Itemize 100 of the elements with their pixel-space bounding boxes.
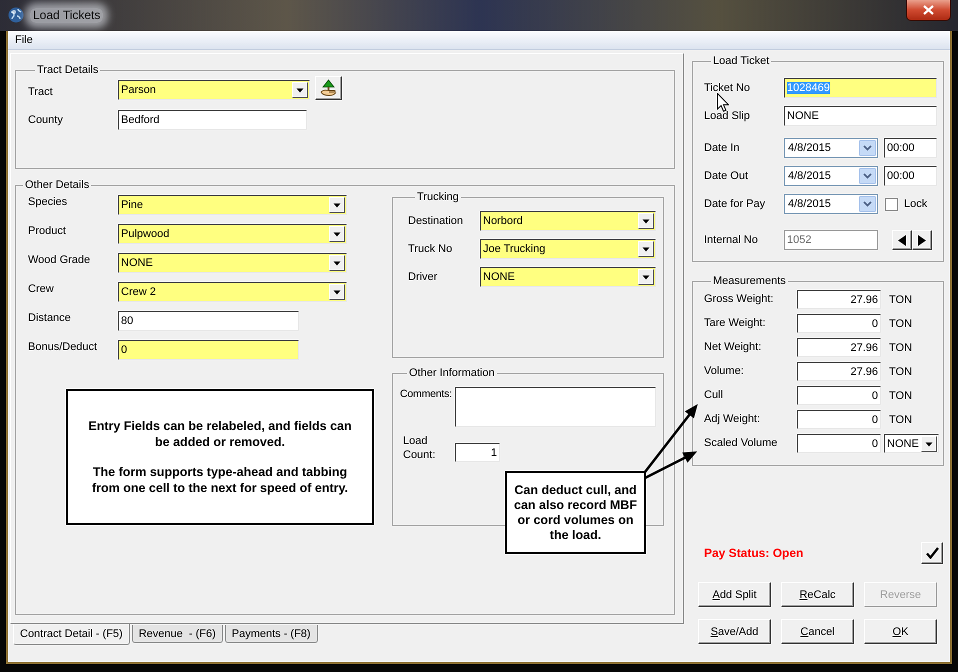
dropdown-field[interactable]: Norbord xyxy=(480,211,656,231)
triangle-left-icon xyxy=(898,234,906,246)
callout-text: The form supports type-ahead and tabbing from one cell to the next for speed of entry. xyxy=(90,464,350,496)
date-picker[interactable]: 4/8/2015 xyxy=(784,166,878,186)
unit-label: TON xyxy=(889,366,912,378)
menu-item[interactable]: File xyxy=(8,32,40,48)
field-label: Date Out xyxy=(704,170,750,182)
field-label: County xyxy=(28,114,64,126)
dropdown-field[interactable]: Pine xyxy=(118,195,347,215)
text-area[interactable] xyxy=(455,387,656,427)
time-field[interactable]: 00:00 xyxy=(884,166,937,186)
group-title: Load Ticket xyxy=(712,55,770,67)
date-picker[interactable]: 4/8/2015 xyxy=(784,138,878,158)
dialog-button[interactable]: Add Split xyxy=(698,582,771,607)
field-label: Net Weight: xyxy=(704,341,762,354)
chevron-down-icon[interactable] xyxy=(859,196,876,212)
number-field[interactable]: 27.96 xyxy=(797,362,881,381)
close-button[interactable] xyxy=(906,0,951,21)
time-field[interactable]: 00:00 xyxy=(884,138,937,158)
previous-button[interactable] xyxy=(892,230,912,250)
dropdown-field[interactable]: Pulpwood xyxy=(118,224,347,244)
group-title: Other Details xyxy=(24,179,90,191)
text-field[interactable]: NONE xyxy=(784,106,937,126)
field-label: Destination xyxy=(408,214,464,228)
group-title: Measurements xyxy=(712,275,787,287)
number-field[interactable]: 0 xyxy=(797,386,881,405)
field-label: Volume: xyxy=(704,365,745,378)
chevron-down-icon[interactable] xyxy=(859,168,876,184)
field-label: Wood Grade xyxy=(28,253,92,267)
field-label: Load Count: xyxy=(403,434,436,462)
field-label: Crew xyxy=(28,282,55,296)
dropdown-arrow-icon[interactable] xyxy=(329,197,345,213)
callout-text: Entry Fields can be relabeled, and fields can be added or removed. xyxy=(87,418,353,450)
dropdown-arrow-icon[interactable] xyxy=(329,255,345,271)
field-label: Distance xyxy=(28,311,72,325)
next-button[interactable] xyxy=(912,230,932,250)
dropdown-field[interactable]: Joe Trucking xyxy=(480,239,656,259)
dropdown-arrow-icon[interactable] xyxy=(292,82,308,98)
dropdown-arrow-icon[interactable] xyxy=(638,241,654,257)
chevron-down-icon[interactable] xyxy=(859,140,876,156)
dropdown-arrow-icon[interactable] xyxy=(638,269,654,285)
text-field[interactable]: Bedford xyxy=(118,110,307,130)
field-label: Comments: xyxy=(400,387,453,401)
tab[interactable]: Contract Detail - (F5) xyxy=(13,624,130,645)
text-field[interactable]: 0 xyxy=(118,340,299,360)
number-field[interactable]: 27.96 xyxy=(797,338,881,357)
dropdown-field[interactable]: Parson xyxy=(118,80,310,100)
globe-icon xyxy=(8,7,24,23)
number-field[interactable]: 0 xyxy=(797,410,881,429)
selected-text: 1028469 xyxy=(787,82,830,94)
field-label: Truck No xyxy=(408,242,454,256)
number-field[interactable]: 0 xyxy=(797,314,881,333)
dialog-button[interactable]: Save/Add xyxy=(698,619,771,644)
dropdown-arrow-icon[interactable] xyxy=(921,436,937,452)
mouse-pointer-icon xyxy=(717,93,729,112)
field-label: Internal No xyxy=(704,234,759,246)
tab[interactable]: Revenue - (F6) xyxy=(132,625,223,643)
number-field[interactable]: 27.96 xyxy=(797,290,881,309)
dialog-button[interactable]: OK xyxy=(864,619,937,644)
unit-dropdown[interactable]: NONE xyxy=(884,434,939,453)
field-label: Species xyxy=(28,195,68,209)
number-field[interactable]: 1 xyxy=(455,443,500,462)
unit-label: TON xyxy=(889,414,912,426)
group-title: Other Information xyxy=(408,367,496,379)
date-picker[interactable]: 4/8/2015 xyxy=(784,194,878,214)
group-title: Trucking xyxy=(416,191,460,203)
field-label: Date In xyxy=(704,142,740,154)
text-field[interactable]: 80 xyxy=(118,311,299,331)
unit-label: TON xyxy=(889,390,912,402)
checkmark-icon xyxy=(926,547,938,559)
dropdown-field[interactable]: Crew 2 xyxy=(118,282,347,302)
field-label: Gross Weight: xyxy=(704,293,774,306)
dropdown-field[interactable]: NONE xyxy=(118,253,347,273)
tab[interactable]: Payments - (F8) xyxy=(224,625,318,643)
triangle-right-icon xyxy=(918,234,926,246)
field-label: Tract xyxy=(28,86,54,100)
unit-label: TON xyxy=(889,342,912,354)
dropdown-arrow-icon[interactable] xyxy=(329,284,345,300)
callout-text: Can deduct cull, and can also record MBF or cord volumes on the load. xyxy=(513,482,638,542)
field-label: Load Slip xyxy=(704,110,751,122)
field-label: Bonus/Deduct xyxy=(28,340,98,354)
dialog-button[interactable]: Cancel xyxy=(781,619,854,644)
field-label: Driver xyxy=(408,270,438,284)
lookup-button[interactable] xyxy=(315,76,342,100)
field-label: Product xyxy=(28,224,67,238)
close-icon xyxy=(923,5,934,15)
dropdown-arrow-icon[interactable] xyxy=(329,226,345,242)
field-label: Tare Weight: xyxy=(704,317,767,330)
lock-checkbox[interactable] xyxy=(885,198,898,210)
field-label: Scaled Volume xyxy=(704,437,778,450)
checkbox-label: Lock xyxy=(904,198,928,210)
confirm-button[interactable] xyxy=(921,542,943,564)
field-label: Adj Weight: xyxy=(704,413,762,426)
dialog-button[interactable]: ReCalc xyxy=(781,582,854,607)
dropdown-field[interactable]: NONE xyxy=(480,267,656,287)
window-title: Load Tickets xyxy=(30,8,104,23)
field-label: Date for Pay xyxy=(704,198,766,210)
field-label: Cull xyxy=(704,389,724,402)
number-field[interactable]: 0 xyxy=(797,434,881,453)
dropdown-arrow-icon[interactable] xyxy=(638,213,654,229)
